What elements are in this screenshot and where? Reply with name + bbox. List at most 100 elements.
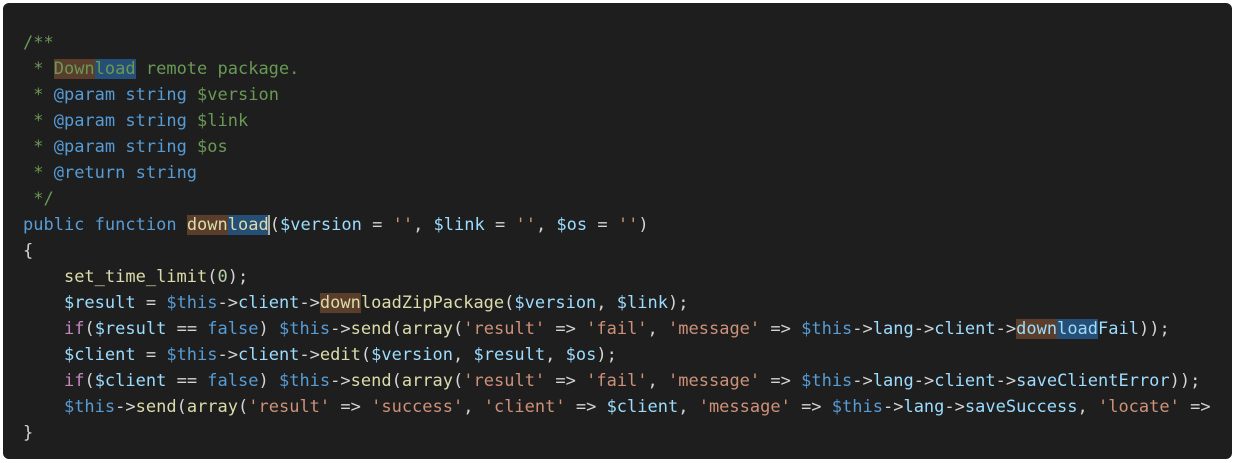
code-token: 'result' — [248, 397, 331, 417]
code-token: set_time_limit — [63, 267, 208, 287]
code-token: ( — [207, 267, 218, 287]
code-token: array — [401, 319, 454, 339]
code-token: , — [1077, 397, 1098, 417]
code-token: -> — [217, 345, 238, 365]
code-token: } — [23, 423, 34, 443]
code-token: => — [330, 397, 372, 417]
code-token: , — [596, 293, 617, 313]
code-token: $this — [801, 319, 853, 339]
code-token: 'fail' — [586, 371, 648, 391]
code-line-16[interactable]: } — [23, 420, 1232, 446]
code-token: send — [135, 397, 177, 417]
code-token: load — [227, 215, 269, 235]
code-token: $this — [166, 293, 218, 313]
code-token: ) — [258, 371, 279, 391]
code-token: */ — [23, 189, 54, 209]
code-token: false — [207, 371, 259, 391]
code-line-13[interactable]: $client = $this->client->edit($version, … — [23, 342, 1232, 368]
code-token: client — [238, 293, 300, 313]
code-line-11[interactable]: $result = $this->client->downloadZipPack… — [23, 290, 1232, 316]
code-line-1[interactable]: /** — [23, 30, 1232, 56]
code-line-10[interactable]: set_time_limit(0); — [23, 264, 1232, 290]
code-token: -> — [995, 319, 1017, 339]
code-token: 'result' — [463, 371, 546, 391]
code-token: , — [463, 397, 484, 417]
code-token: client — [238, 345, 300, 365]
code-token: 'client' — [483, 397, 566, 417]
code-token: $os — [565, 345, 597, 365]
code-block[interactable]: /** * Download remote package. * @param … — [23, 30, 1232, 446]
code-token: ( — [238, 397, 249, 417]
code-token: { — [23, 241, 34, 261]
code-token: @return — [53, 163, 126, 183]
code-token: string — [125, 111, 187, 131]
code-line-9[interactable]: { — [23, 238, 1232, 264]
code-token: $this — [166, 345, 218, 365]
code-token: * — [23, 59, 54, 79]
code-token: => — [760, 319, 802, 339]
code-token: if — [63, 371, 85, 391]
code-token: -> — [852, 371, 873, 391]
code-token: 'message' — [698, 397, 791, 417]
code-token: , — [678, 397, 699, 417]
code-token: $os — [186, 137, 228, 157]
code-line-6[interactable]: * @return string — [23, 160, 1232, 186]
code-token: -> — [330, 371, 351, 391]
code-token: $result — [473, 345, 546, 365]
code-token: $version — [279, 215, 362, 235]
code-token: => — [565, 397, 607, 417]
code-line-12[interactable]: if($result == false) $this->send(array('… — [23, 316, 1232, 342]
code-token: false — [207, 319, 259, 339]
code-token: ) — [258, 319, 279, 339]
code-token: -> — [995, 371, 1017, 391]
code-token: '' — [392, 215, 414, 235]
code-token: -> — [852, 319, 873, 339]
code-token: * — [23, 111, 54, 131]
code-line-15[interactable]: $this->send(array('result' => 'success',… — [23, 394, 1232, 420]
code-line-4[interactable]: * @param string $link — [23, 108, 1232, 134]
code-token: * — [23, 163, 54, 183]
code-token: -> — [299, 293, 320, 313]
code-token: ( — [453, 371, 464, 391]
code-token: array — [186, 397, 239, 417]
code-token: /** — [23, 33, 54, 53]
code-line-2[interactable]: * Download remote package. — [23, 56, 1232, 82]
code-token: Fail — [1098, 319, 1139, 339]
code-token: ); — [667, 293, 689, 313]
code-editor[interactable]: /** * Download remote package. * @param … — [3, 3, 1232, 459]
code-token: ( — [391, 319, 402, 339]
code-token: array — [401, 371, 454, 391]
code-token: remote package. — [135, 59, 300, 79]
code-token: function — [94, 215, 177, 235]
code-token: ); — [596, 345, 617, 365]
code-token: '' — [515, 215, 536, 235]
code-token: , — [545, 345, 566, 365]
code-token: @param — [53, 111, 116, 131]
code-token: string — [135, 163, 198, 183]
code-line-14[interactable]: if($client == false) $this->send(array('… — [23, 368, 1232, 394]
code-line-3[interactable]: * @param string $version — [23, 82, 1232, 108]
code-token: )); — [1169, 371, 1201, 391]
code-token: -> — [913, 319, 935, 339]
code-token: ( — [360, 345, 372, 365]
code-token: , — [453, 345, 474, 365]
code-token: -> — [944, 397, 965, 417]
code-token: = — [135, 293, 167, 313]
code-token: client — [934, 371, 996, 391]
code-token: ( — [391, 371, 402, 391]
code-token: $link — [433, 215, 485, 235]
code-line-5[interactable]: * @param string $os — [23, 134, 1232, 160]
code-line-8[interactable]: public function download($version = '', … — [23, 212, 1232, 238]
code-token: * — [23, 85, 54, 105]
code-token: @param — [53, 85, 116, 105]
code-line-7[interactable]: */ — [23, 186, 1232, 212]
code-token: 'message' — [668, 319, 761, 339]
code-token: client — [934, 319, 996, 339]
code-token: 'result' — [463, 319, 546, 339]
code-token: saveClientError — [1016, 371, 1170, 391]
